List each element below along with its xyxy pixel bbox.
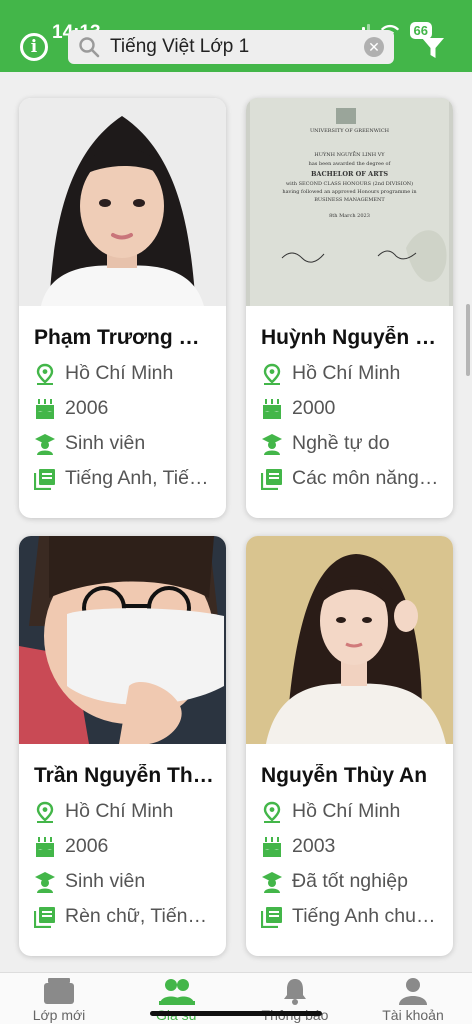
book-icon [34,468,55,490]
tutor-occupation: Sinh viên [65,432,146,454]
birth-year-row: 2006 [34,397,226,420]
tutor-card[interactable]: Phạm Trương Hoàng Ngân Hồ Chí Minh 2006 … [19,98,226,518]
info-icon: i [30,37,38,57]
certificate-line-3: having followed an approved Honours prog… [282,189,417,195]
tutor-name: Trần Nguyễn Thảo Vy [34,764,214,787]
certificate-degree: BACHELOR OF ARTS [310,170,389,178]
occupation-row: Đã tốt nghiệp [261,870,453,893]
subjects-row: Các môn năng khiếu [261,467,453,490]
birthday-cake-icon [263,836,281,857]
info-button[interactable]: i [20,33,48,61]
scrollbar[interactable] [466,304,470,376]
search-icon [79,37,100,58]
location-pin-icon [36,801,54,823]
tutor-card[interactable]: Trần Nguyễn Thảo Vy Hồ Chí Minh 2006 Sin… [19,536,226,956]
tutor-photo [19,98,226,306]
location-row: Hồ Chí Minh [34,362,226,385]
tutor-photo [246,536,453,744]
location-pin-icon [263,801,281,823]
book-icon [261,468,282,490]
bottom-tab-bar: Lớp mới Gia sư Thông báo Tài khoản [0,972,472,1024]
tutor-occupation: Đã tốt nghiệp [292,870,409,892]
search-bar[interactable]: Tiếng Việt Lớp 1 ✕ [68,30,394,64]
graduation-cap-icon [35,871,55,893]
tutor-card[interactable]: UNIVERSITY OF GREENWICH HUỲNH NGUYỄN LIN… [246,98,453,518]
account-icon [399,978,427,1005]
tutor-photo [19,536,226,744]
graduation-cap-icon [262,433,282,455]
certificate-holder: HUỲNH NGUYỄN LINH VY [314,152,385,158]
tutor-occupation: Nghề tự do [292,432,390,454]
birthday-cake-icon [263,398,281,419]
tutor-subjects: Tiếng Anh chuyên [292,905,440,927]
search-input[interactable]: Tiếng Việt Lớp 1 [110,36,364,58]
tutor-subjects: Rèn chữ, Tiếng Việt [65,905,213,927]
tutor-city: Hồ Chí Minh [65,362,174,384]
certificate-programme: BUSINESS MANAGEMENT [314,197,385,203]
book-icon [34,906,55,928]
location-row: Hồ Chí Minh [34,800,226,823]
subjects-row: Rèn chữ, Tiếng Việt [34,905,226,928]
location-pin-icon [263,363,281,385]
graduation-cap-icon [262,871,282,893]
occupation-row: Sinh viên [34,432,226,455]
tutor-birth-year: 2003 [292,835,336,857]
tutor-photo: UNIVERSITY OF GREENWICH HUỲNH NGUYỄN LIN… [246,98,453,306]
clear-search-icon[interactable]: ✕ [364,37,384,57]
birth-year-row: 2006 [34,835,226,858]
tutor-card[interactable]: Nguyễn Thùy An Hồ Chí Minh 2003 Đã tốt n… [246,536,453,956]
certificate-line-1: has been awarded the degree of [308,161,391,167]
location-pin-icon [36,363,54,385]
tutor-occupation: Sinh viên [65,870,146,892]
certificate-university: UNIVERSITY OF GREENWICH [309,128,390,134]
tab-account[interactable]: Tài khoản [354,973,472,1024]
tutor-name: Nguyễn Thùy An [261,764,428,787]
folder-icon [44,978,74,1004]
tutor-name: Phạm Trương Hoàng Ngân [34,326,214,349]
app-header: 14:13 66 i Tiếng Việt Lớp 1 ✕ [0,0,472,72]
tutor-city: Hồ Chí Minh [292,800,401,822]
tutor-name: Huỳnh Nguyễn Linh Vy [261,326,441,349]
subjects-row: Tiếng Anh chuyên [261,905,453,928]
tutor-birth-year: 2006 [65,835,109,857]
subjects-row: Tiếng Anh, Tiếng Việt [34,467,226,490]
birth-year-row: 2003 [261,835,453,858]
tab-notifications[interactable]: Thông báo [236,973,354,1024]
birthday-cake-icon [36,836,54,857]
tab-tutors[interactable]: Gia sư [118,973,236,1024]
certificate-date: 8th March 2023 [329,213,370,219]
people-icon [159,979,195,1005]
birth-year-row: 2000 [261,397,453,420]
tutor-city: Hồ Chí Minh [65,800,174,822]
tab-label: Tài khoản [382,1007,444,1023]
home-indicator [150,1011,322,1016]
tab-new-classes[interactable]: Lớp mới [0,973,118,1024]
tutor-birth-year: 2006 [65,397,109,419]
birthday-cake-icon [36,398,54,419]
tutor-subjects: Các môn năng khiếu [292,467,440,489]
tutor-subjects: Tiếng Anh, Tiếng Việt [65,467,213,489]
tab-label: Lớp mới [32,1007,86,1023]
location-row: Hồ Chí Minh [261,362,453,385]
filter-icon[interactable] [420,36,446,60]
graduation-cap-icon [35,433,55,455]
tutor-grid: Phạm Trương Hoàng Ngân Hồ Chí Minh 2006 … [0,72,472,972]
certificate-line-2: with SECOND CLASS HONOURS (2nd DIVISION) [285,181,414,187]
occupation-row: Nghề tự do [261,432,453,455]
tutor-birth-year: 2000 [292,397,336,419]
location-row: Hồ Chí Minh [261,800,453,823]
bell-icon [284,979,306,1005]
tutor-city: Hồ Chí Minh [292,362,401,384]
occupation-row: Sinh viên [34,870,226,893]
book-icon [261,906,282,928]
